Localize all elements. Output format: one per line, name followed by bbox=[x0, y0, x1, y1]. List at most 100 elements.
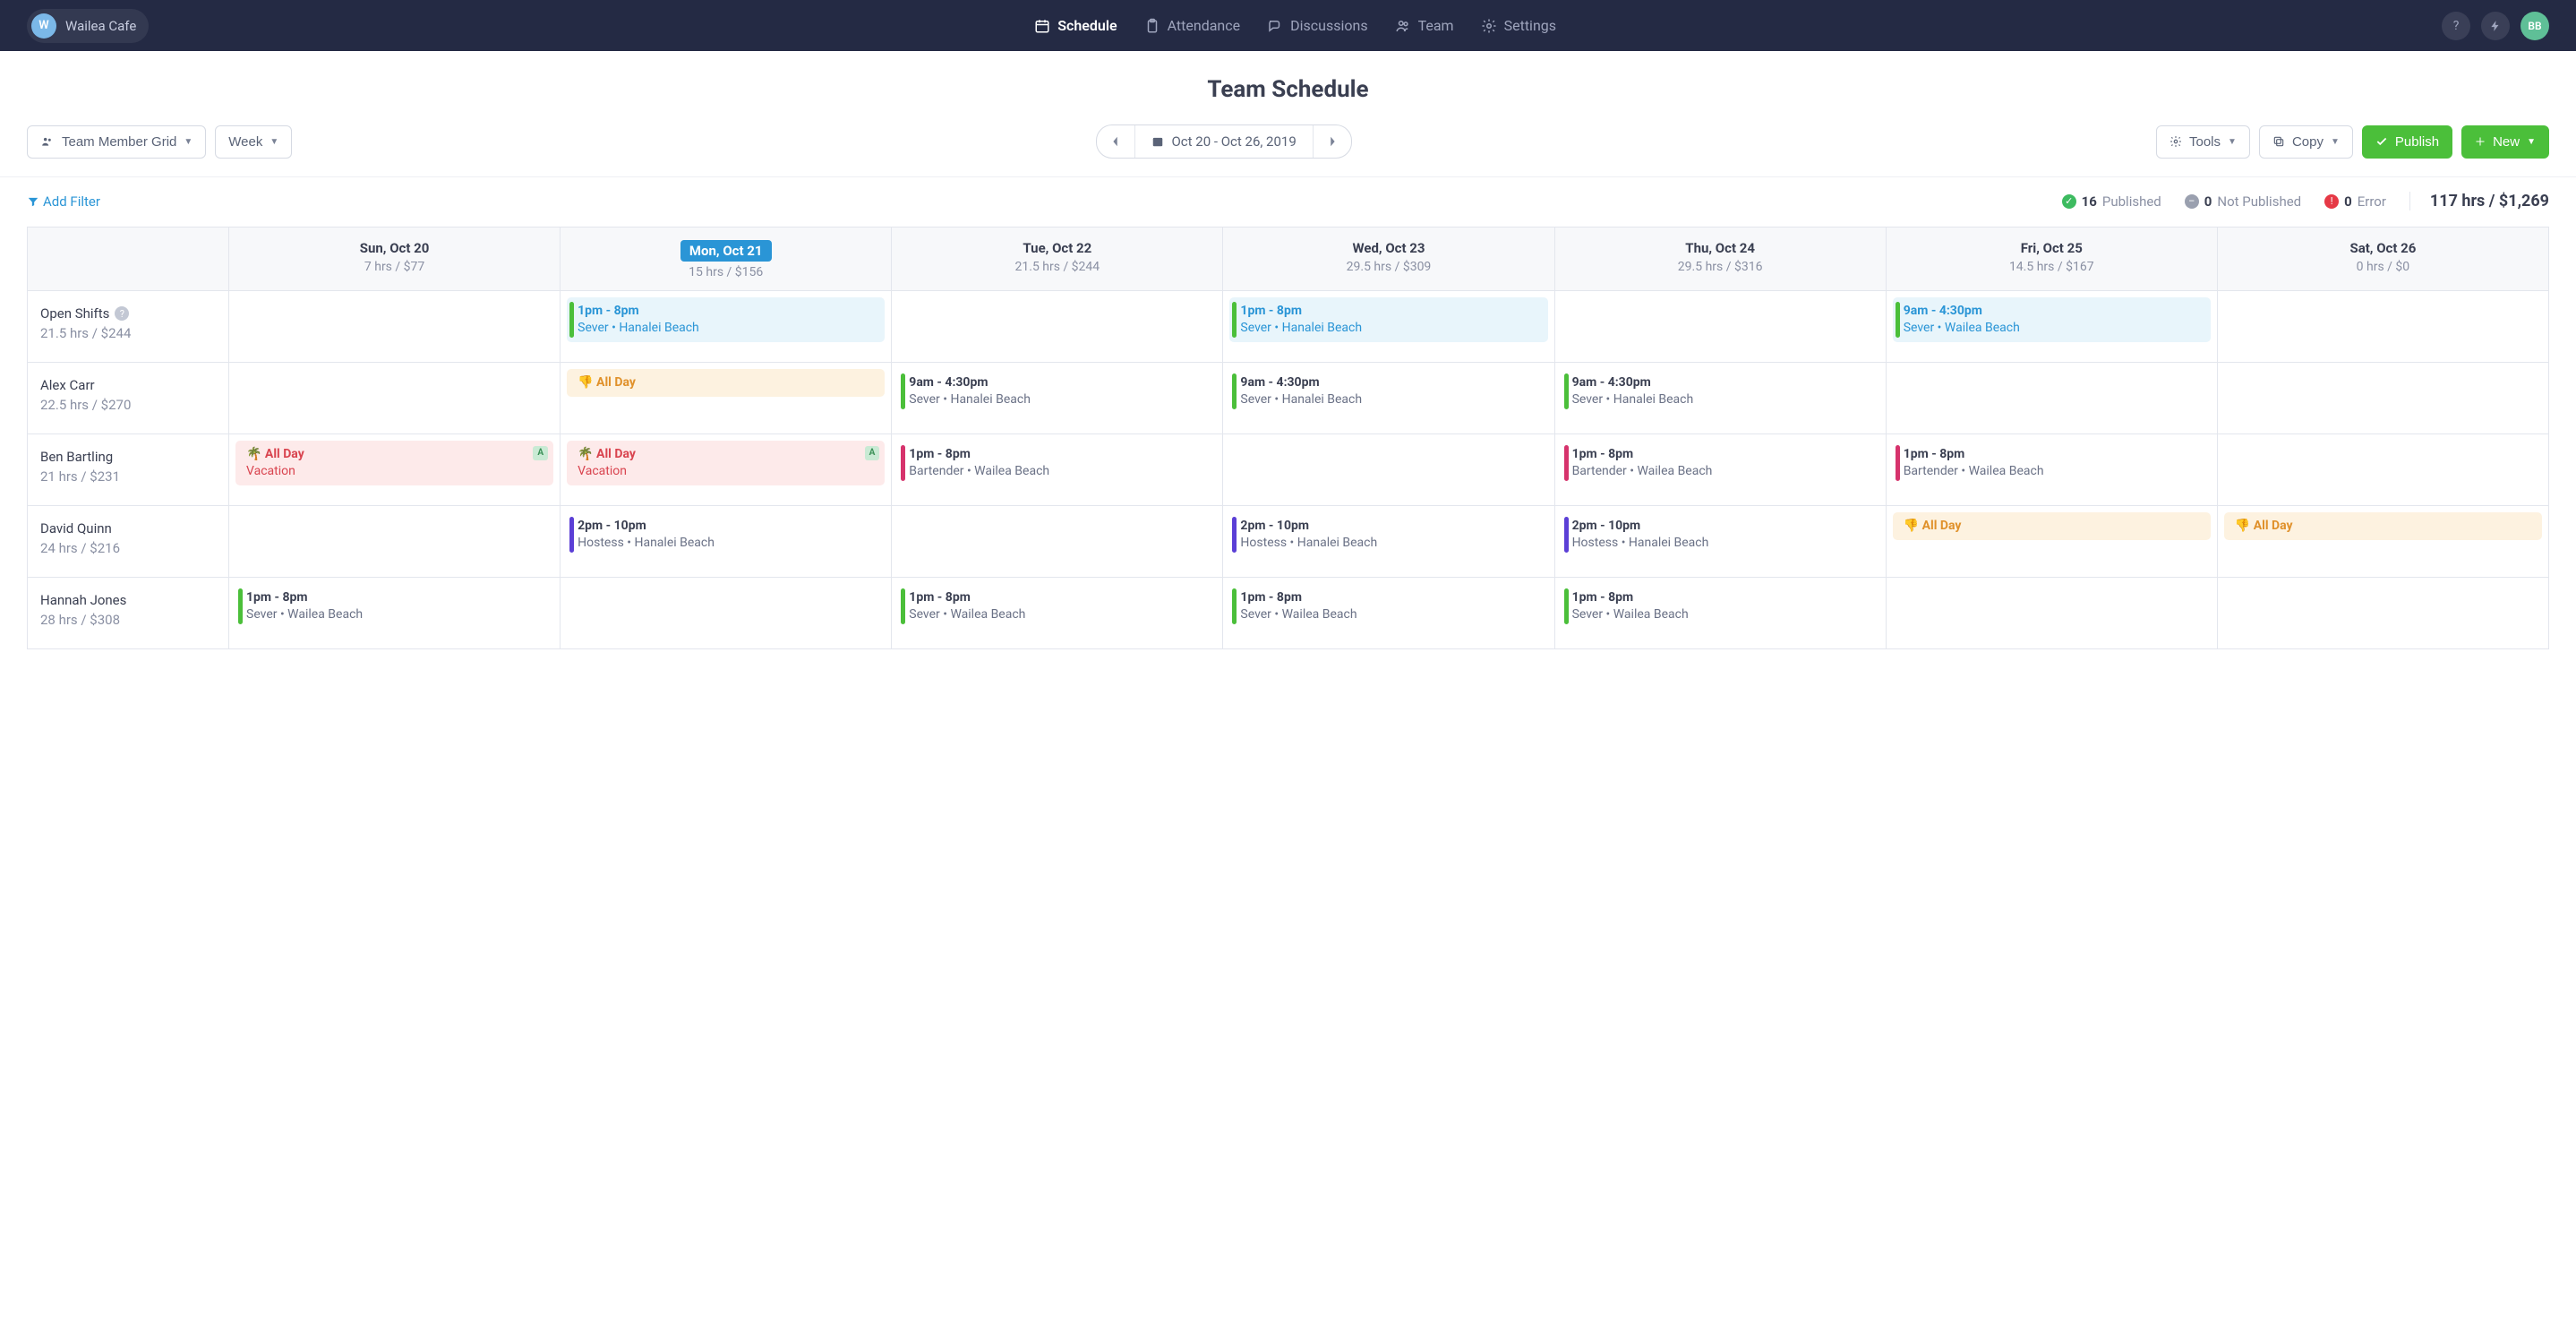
add-filter-button[interactable]: Add Filter bbox=[27, 193, 100, 210]
schedule-cell[interactable]: 9am - 4:30pmSever • Hanalei Beach bbox=[1223, 363, 1554, 434]
shift-detail: Bartender • Wailea Beach bbox=[1904, 463, 2204, 480]
schedule-cell[interactable]: 1pm - 8pmSever • Wailea Beach bbox=[229, 578, 561, 649]
schedule-cell[interactable]: 1pm - 8pmSever • Hanalei Beach bbox=[1223, 291, 1554, 363]
shift-color-bar bbox=[1232, 517, 1237, 553]
shift-card[interactable]: 1pm - 8pmSever • Hanalei Beach bbox=[1229, 297, 1547, 342]
shift-card[interactable]: 1pm - 8pmSever • Wailea Beach bbox=[235, 584, 553, 629]
schedule-cell[interactable] bbox=[561, 578, 892, 649]
schedule-cell[interactable]: 🌴 All DayVacationA bbox=[561, 434, 892, 506]
shift-card[interactable]: 1pm - 8pmSever • Wailea Beach bbox=[1229, 584, 1547, 629]
shift-time: 9am - 4:30pm bbox=[1572, 374, 1872, 391]
schedule-cell[interactable]: 1pm - 8pmSever • Wailea Beach bbox=[1223, 578, 1554, 649]
schedule-cell[interactable]: 1pm - 8pmBartender • Wailea Beach bbox=[1554, 434, 1886, 506]
schedule-cell[interactable] bbox=[1554, 291, 1886, 363]
org-switcher[interactable]: W Wailea Cafe bbox=[27, 9, 149, 43]
shift-card[interactable]: 👎 All Day bbox=[1893, 512, 2211, 540]
date-prev-button[interactable] bbox=[1097, 125, 1135, 158]
nav-discussions[interactable]: Discussions bbox=[1267, 17, 1367, 34]
shift-card[interactable]: 2pm - 10pmHostess • Hanalei Beach bbox=[567, 512, 885, 557]
schedule-cell[interactable] bbox=[1886, 363, 2217, 434]
help-icon[interactable]: ? bbox=[115, 306, 129, 321]
shift-card[interactable]: 1pm - 8pmBartender • Wailea Beach bbox=[898, 441, 1216, 485]
nav-settings-label: Settings bbox=[1504, 17, 1556, 34]
shift-card[interactable]: 2pm - 10pmHostess • Hanalei Beach bbox=[1562, 512, 1879, 557]
nav-schedule[interactable]: Schedule bbox=[1034, 17, 1117, 34]
shift-card[interactable]: 9am - 4:30pmSever • Wailea Beach bbox=[1893, 297, 2211, 342]
schedule-cell[interactable]: 9am - 4:30pmSever • Hanalei Beach bbox=[892, 363, 1223, 434]
date-range-button[interactable]: Oct 20 - Oct 26, 2019 bbox=[1135, 125, 1313, 158]
shift-card[interactable]: 9am - 4:30pmSever • Hanalei Beach bbox=[898, 369, 1216, 414]
schedule-cell[interactable]: 1pm - 8pmBartender • Wailea Beach bbox=[1886, 434, 2217, 506]
shift-card[interactable]: 2pm - 10pmHostess • Hanalei Beach bbox=[1229, 512, 1547, 557]
date-next-button[interactable] bbox=[1314, 125, 1351, 158]
thumbs-down-icon: 👎 bbox=[1904, 519, 1919, 533]
nav-attendance[interactable]: Attendance bbox=[1144, 17, 1241, 34]
schedule-cell[interactable] bbox=[229, 363, 561, 434]
shift-card[interactable]: 1pm - 8pmBartender • Wailea Beach bbox=[1893, 441, 2211, 485]
schedule-cell[interactable] bbox=[892, 291, 1223, 363]
new-button[interactable]: New ▼ bbox=[2461, 125, 2549, 159]
statusbar: Add Filter ✓ 16 Published – 0 Not Publis… bbox=[0, 177, 2576, 227]
schedule-cell[interactable]: 9am - 4:30pmSever • Hanalei Beach bbox=[1554, 363, 1886, 434]
shift-card[interactable]: 1pm - 8pmBartender • Wailea Beach bbox=[1562, 441, 1879, 485]
shift-card[interactable]: 9am - 4:30pmSever • Hanalei Beach bbox=[1562, 369, 1879, 414]
palm-icon: 🌴 bbox=[246, 447, 261, 461]
nav-team[interactable]: Team bbox=[1395, 17, 1454, 34]
schedule-cell[interactable] bbox=[2217, 578, 2548, 649]
schedule-cell[interactable]: 1pm - 8pmSever • Wailea Beach bbox=[892, 578, 1223, 649]
shift-time: 2pm - 10pm bbox=[578, 518, 877, 535]
view-grid-select[interactable]: Team Member Grid ▼ bbox=[27, 125, 206, 159]
schedule-cell[interactable]: 2pm - 10pmHostess • Hanalei Beach bbox=[1554, 506, 1886, 578]
shift-card[interactable]: 👎 All Day bbox=[567, 369, 885, 397]
copy-button[interactable]: Copy ▼ bbox=[2259, 125, 2353, 159]
shift-card[interactable]: 1pm - 8pmSever • Wailea Beach bbox=[898, 584, 1216, 629]
row-sub: 24 hrs / $216 bbox=[40, 540, 216, 556]
help-icon[interactable]: ? bbox=[2442, 12, 2470, 40]
nav-settings[interactable]: Settings bbox=[1481, 17, 1556, 34]
row-header: Alex Carr22.5 hrs / $270 bbox=[28, 363, 229, 434]
schedule-cell[interactable] bbox=[892, 506, 1223, 578]
day-sub: 15 hrs / $156 bbox=[566, 265, 886, 279]
shift-color-bar bbox=[1232, 302, 1237, 338]
schedule-cell[interactable] bbox=[1223, 434, 1554, 506]
schedule-cell[interactable]: 2pm - 10pmHostess • Hanalei Beach bbox=[1223, 506, 1554, 578]
day-label: Mon, Oct 21 bbox=[680, 240, 772, 262]
shift-color-bar bbox=[1564, 517, 1569, 553]
shift-card[interactable]: 1pm - 8pmSever • Wailea Beach bbox=[1562, 584, 1879, 629]
schedule-cell[interactable] bbox=[229, 506, 561, 578]
shift-card[interactable]: 🌴 All DayVacationA bbox=[235, 441, 553, 485]
shift-detail: Hostess • Hanalei Beach bbox=[1572, 535, 1872, 552]
schedule-cell[interactable]: 1pm - 8pmBartender • Wailea Beach bbox=[892, 434, 1223, 506]
schedule-cell[interactable]: 2pm - 10pmHostess • Hanalei Beach bbox=[561, 506, 892, 578]
schedule-cell[interactable]: 👎 All Day bbox=[1886, 506, 2217, 578]
shift-card[interactable]: 9am - 4:30pmSever • Hanalei Beach bbox=[1229, 369, 1547, 414]
shift-time: 2pm - 10pm bbox=[1240, 518, 1540, 535]
schedule-cell[interactable]: 1pm - 8pmSever • Hanalei Beach bbox=[561, 291, 892, 363]
schedule-cell[interactable] bbox=[1886, 578, 2217, 649]
schedule-cell[interactable]: 👎 All Day bbox=[2217, 506, 2548, 578]
day-header: Tue, Oct 2221.5 hrs / $244 bbox=[892, 227, 1223, 291]
shift-card[interactable]: 👎 All Day bbox=[2224, 512, 2542, 540]
schedule-cell[interactable] bbox=[2217, 363, 2548, 434]
schedule-cell[interactable] bbox=[2217, 291, 2548, 363]
day-header: Sat, Oct 260 hrs / $0 bbox=[2217, 227, 2548, 291]
schedule-cell[interactable] bbox=[229, 291, 561, 363]
shift-color-bar bbox=[1896, 302, 1900, 338]
shift-detail: Sever • Wailea Beach bbox=[1240, 606, 1540, 623]
shift-time: 9am - 4:30pm bbox=[1240, 374, 1540, 391]
period-select[interactable]: Week ▼ bbox=[215, 125, 292, 159]
schedule-cell[interactable]: 9am - 4:30pmSever • Wailea Beach bbox=[1886, 291, 2217, 363]
shift-card[interactable]: 🌴 All DayVacationA bbox=[567, 441, 885, 485]
row-name: Open Shifts? bbox=[40, 305, 216, 322]
schedule-cell[interactable]: 🌴 All DayVacationA bbox=[229, 434, 561, 506]
schedule-cell[interactable] bbox=[2217, 434, 2548, 506]
day-sub: 14.5 hrs / $167 bbox=[1892, 260, 2212, 274]
tools-button[interactable]: Tools ▼ bbox=[2156, 125, 2250, 159]
bolt-icon[interactable] bbox=[2481, 12, 2510, 40]
filter-icon bbox=[27, 195, 39, 208]
schedule-cell[interactable]: 👎 All Day bbox=[561, 363, 892, 434]
user-avatar[interactable]: BB bbox=[2520, 12, 2549, 40]
shift-card[interactable]: 1pm - 8pmSever • Hanalei Beach bbox=[567, 297, 885, 342]
schedule-cell[interactable]: 1pm - 8pmSever • Wailea Beach bbox=[1554, 578, 1886, 649]
publish-button[interactable]: Publish bbox=[2362, 125, 2452, 159]
